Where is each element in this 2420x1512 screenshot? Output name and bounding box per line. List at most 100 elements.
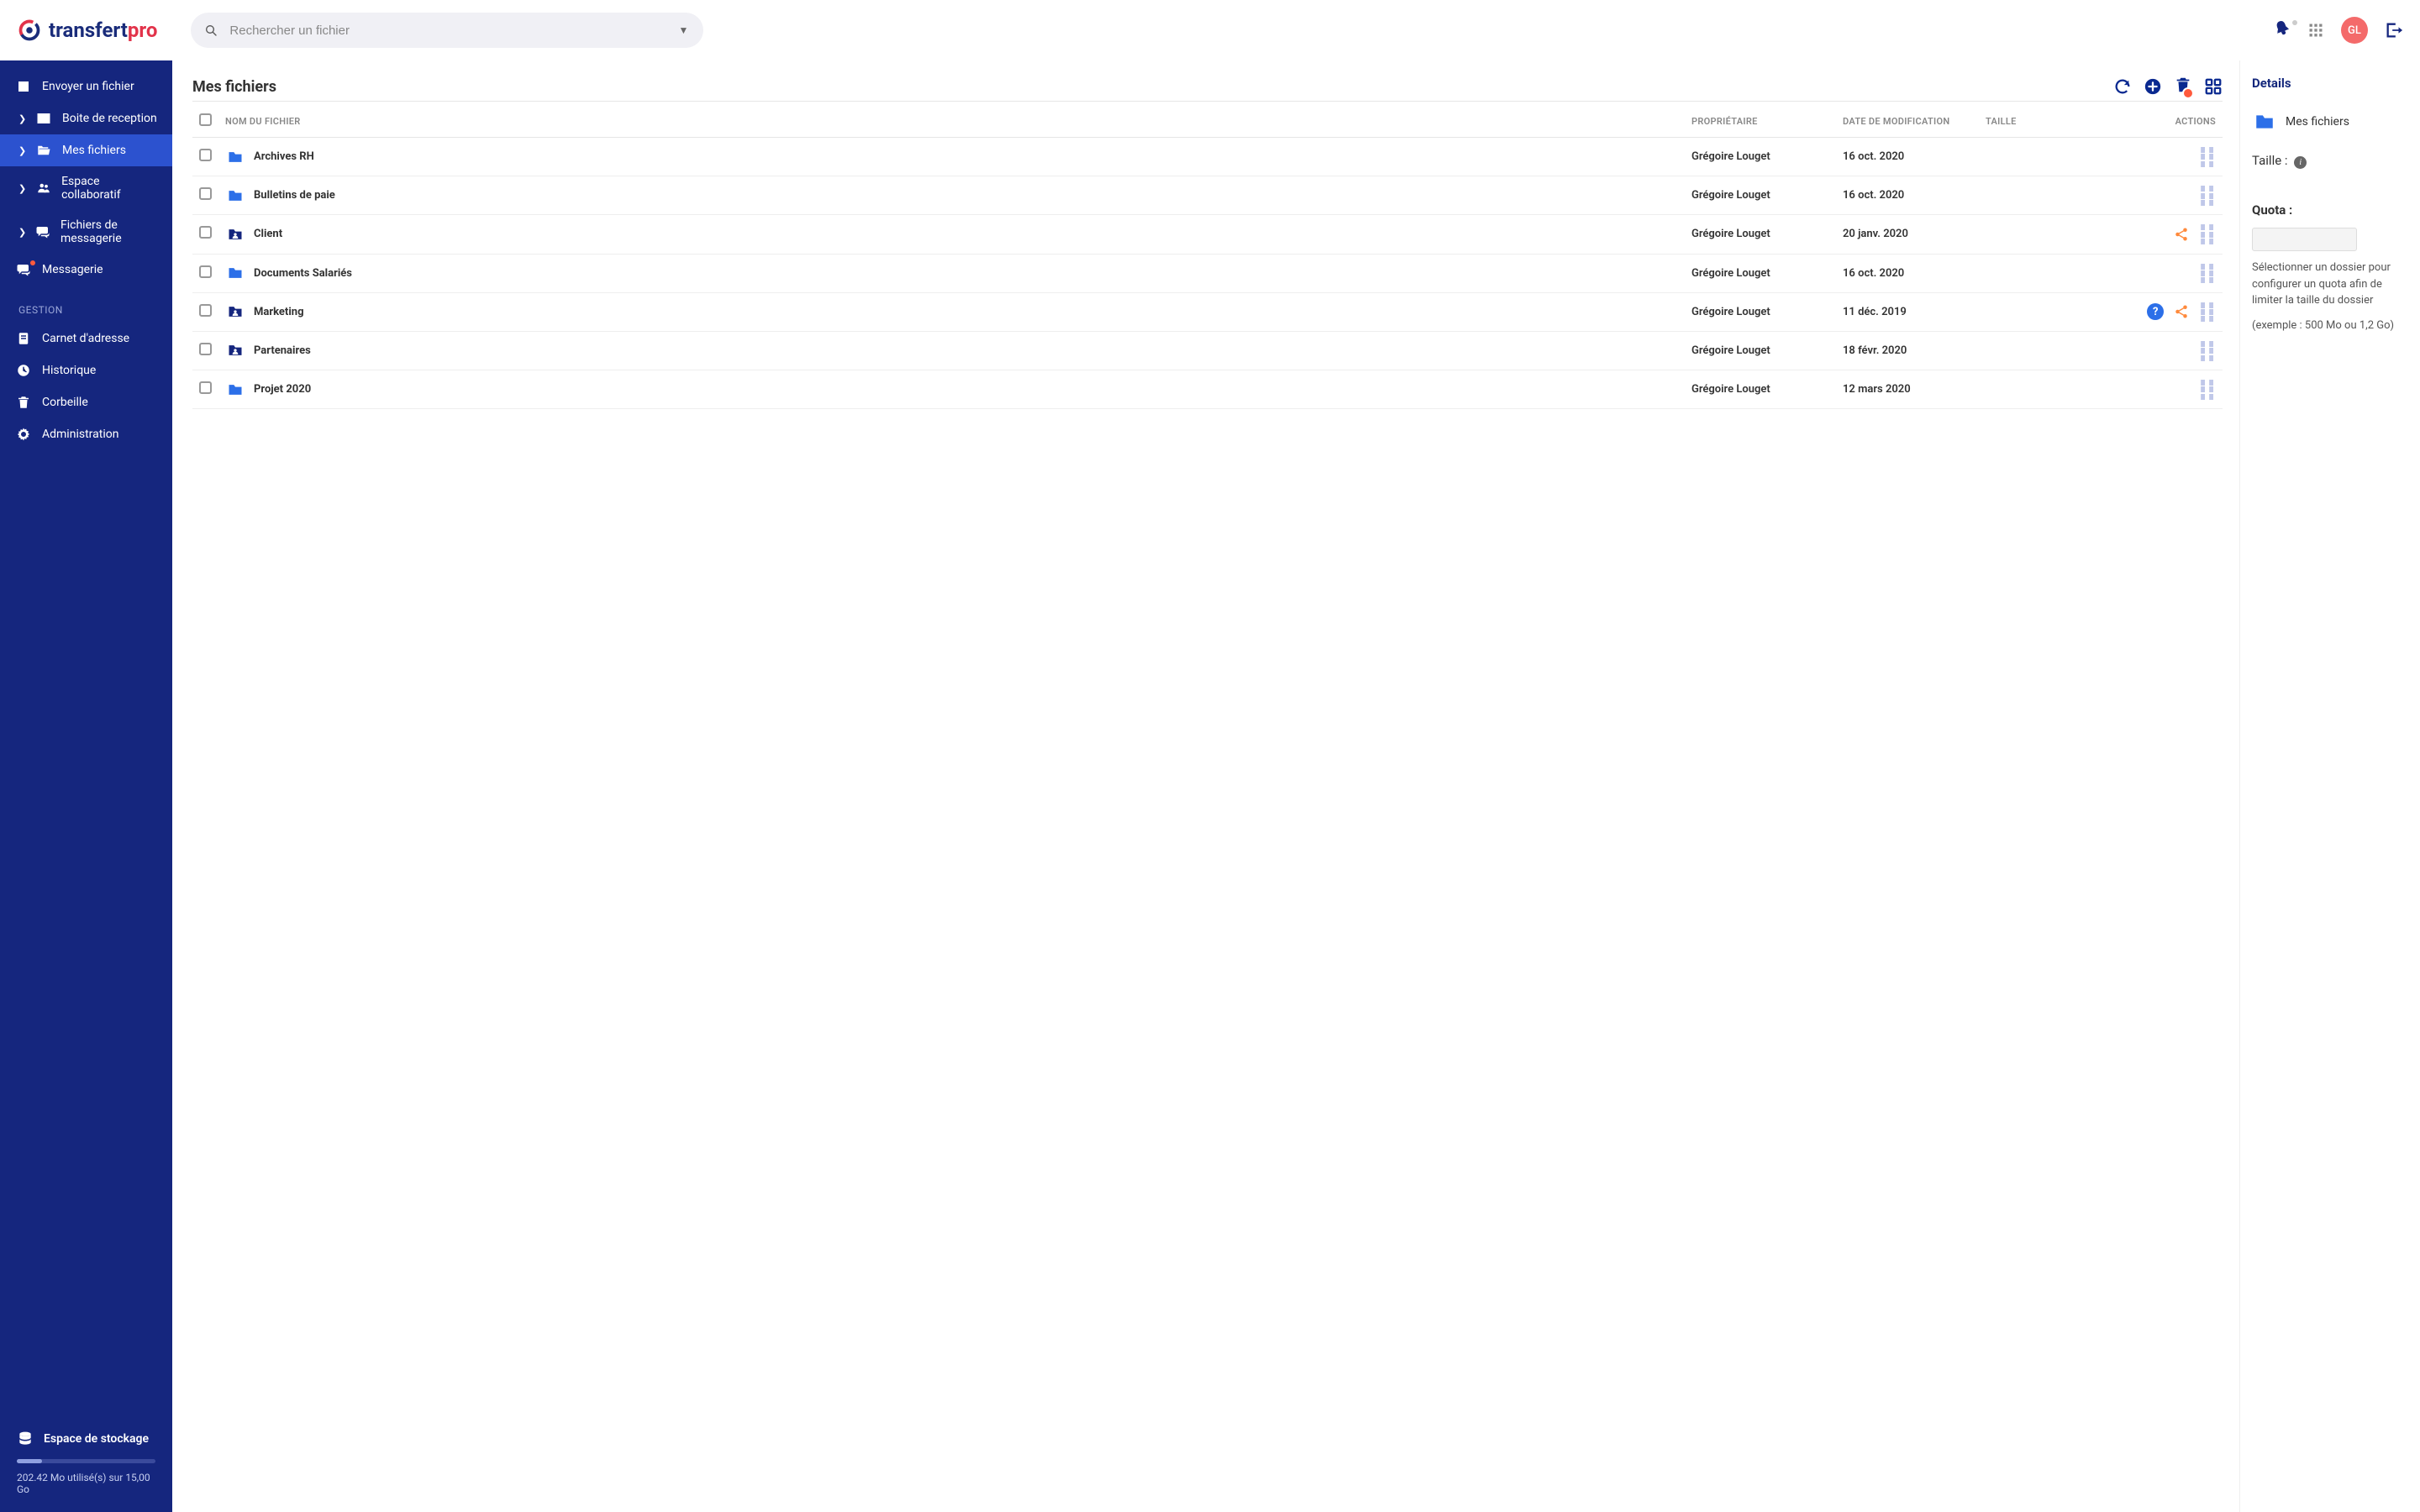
refresh-icon[interactable] [2113, 77, 2132, 96]
file-size [1979, 215, 2080, 254]
sidebar-item-trash[interactable]: Corbeille [0, 386, 172, 418]
table-row[interactable]: Projet 2020Grégoire Louget12 mars 2020∎∎… [192, 370, 2223, 409]
sidebar-item-contacts[interactable]: Carnet d'adresse [0, 323, 172, 354]
drag-handle-icon[interactable]: ∎∎∎∎∎∎ [2199, 223, 2216, 244]
col-size[interactable]: TAILLE [1979, 102, 2080, 138]
logout-icon[interactable] [2385, 21, 2403, 39]
file-owner: Grégoire Louget [1685, 331, 1836, 370]
file-modified: 16 oct. 2020 [1836, 176, 1979, 215]
row-checkbox[interactable] [199, 381, 212, 394]
sidebar-item-label: Corbeille [42, 396, 88, 409]
storage-bar [17, 1459, 155, 1463]
table-row[interactable]: Bulletins de paie Grégoire Louget16 oct. … [192, 176, 2223, 215]
file-owner: Grégoire Louget [1685, 215, 1836, 254]
file-modified: 16 oct. 2020 [1836, 138, 1979, 176]
file-modified: 16 oct. 2020 [1836, 254, 1979, 292]
clock-icon [16, 363, 31, 378]
row-checkbox[interactable] [199, 187, 212, 200]
table-row[interactable]: ClientGrégoire Louget20 janv. 2020∎∎∎∎∎∎ [192, 215, 2223, 254]
sidebar-item-msgfiles[interactable]: ❯ Fichiers de messagerie [0, 210, 172, 254]
table-row[interactable]: Partenaires Grégoire Louget18 févr. 2020 ∎… [192, 331, 2223, 370]
row-checkbox[interactable] [199, 149, 212, 161]
folder-icon [225, 226, 245, 243]
notifications-button[interactable] [2274, 20, 2291, 40]
select-all-checkbox[interactable] [199, 113, 212, 126]
search-caret-icon[interactable]: ▼ [679, 24, 689, 36]
drag-handle-icon[interactable]: ∎∎∎∎∎∎ [2199, 185, 2216, 206]
table-row[interactable]: Documents SalariésGrégoire Louget16 oct.… [192, 254, 2223, 292]
folder-icon [225, 342, 245, 359]
drag-handle-icon[interactable]: ∎∎∎∎∎∎ [2199, 340, 2216, 361]
chevron-right-icon: ❯ [18, 227, 25, 238]
sidebar-item-admin[interactable]: Administration [0, 418, 172, 450]
row-checkbox[interactable] [199, 304, 212, 317]
sidebar-item-label: Historique [42, 364, 96, 377]
file-name: Partenaires [254, 344, 311, 357]
help-icon[interactable]: ? [2147, 303, 2164, 320]
col-owner[interactable]: PROPRIÉTAIRE [1685, 102, 1836, 138]
drag-handle-icon[interactable]: ∎∎∎∎∎∎ [2199, 302, 2216, 323]
sidebar-item-myfiles[interactable]: ❯ Mes fichiers [0, 134, 172, 166]
storage-text: 202.42 Mo utilisé(s) sur 15,00 Go [17, 1472, 155, 1495]
search-icon [204, 24, 218, 37]
drag-handle-icon[interactable]: ∎∎∎∎∎∎ [2199, 379, 2216, 400]
sidebar-item-label: Envoyer un fichier [42, 80, 134, 93]
files-table: NOM DU FICHIER PROPRIÉTAIRE DATE DE MODI… [192, 101, 2223, 409]
col-name[interactable]: NOM DU FICHIER [218, 102, 1685, 138]
chevron-right-icon: ❯ [18, 113, 25, 124]
info-icon[interactable]: i [2294, 156, 2307, 169]
storage-block: Espace de stockage 202.42 Mo utilisé(s) … [0, 1417, 172, 1512]
quota-input[interactable] [2252, 228, 2357, 251]
brand-text-1: transfert [49, 18, 128, 42]
file-name: Archives RH [254, 150, 314, 163]
sidebar-item-inbox[interactable]: ❯ Boite de reception [0, 102, 172, 134]
file-owner: Grégoire Louget [1685, 176, 1836, 215]
database-icon [17, 1431, 34, 1447]
brand-logo[interactable]: transfertpro [17, 18, 157, 43]
details-quota-label: Quota : [2252, 202, 2408, 218]
file-size [1979, 370, 2080, 409]
sidebar-item-messaging[interactable]: Messagerie [0, 254, 172, 286]
drag-handle-icon[interactable]: ∎∎∎∎∎∎ [2199, 263, 2216, 284]
share-icon[interactable] [2174, 304, 2189, 319]
grid-view-icon[interactable] [2204, 77, 2223, 96]
add-icon[interactable] [2144, 77, 2162, 96]
file-modified: 18 févr. 2020 [1836, 331, 1979, 370]
drag-handle-icon[interactable]: ∎∎∎∎∎∎ [2199, 146, 2216, 167]
details-size-label: Taille : [2252, 153, 2288, 168]
row-checkbox[interactable] [199, 226, 212, 239]
sidebar-item-label: Boite de reception [62, 112, 157, 125]
table-row[interactable]: Archives RHGrégoire Louget16 oct. 2020∎∎… [192, 138, 2223, 176]
col-date[interactable]: DATE DE MODIFICATION [1836, 102, 1979, 138]
apps-icon[interactable] [2307, 22, 2324, 39]
sidebar-group-title: GESTION [0, 286, 172, 323]
file-size [1979, 292, 2080, 331]
table-row[interactable]: MarketingGrégoire Louget11 déc. 2019?∎∎∎… [192, 292, 2223, 331]
chevron-right-icon: ❯ [18, 145, 25, 156]
trash-button[interactable] [2174, 76, 2192, 97]
file-name: Bulletins de paie [254, 189, 335, 202]
folder-icon [225, 303, 245, 320]
file-owner: Grégoire Louget [1685, 254, 1836, 292]
sidebar-item-send[interactable]: Envoyer un fichier [0, 71, 172, 102]
brand-text-2: pro [128, 18, 157, 42]
details-title: Details [2252, 76, 2408, 91]
sidebar-item-label: Carnet d'adresse [42, 332, 129, 345]
folder-icon [225, 381, 245, 398]
row-checkbox[interactable] [199, 265, 212, 278]
file-name: Marketing [254, 306, 304, 318]
users-icon [36, 181, 51, 196]
sidebar-item-label: Mes fichiers [62, 144, 126, 157]
folder-icon [225, 187, 245, 204]
sidebar-item-history[interactable]: Historique [0, 354, 172, 386]
details-folder-name: Mes fichiers [2286, 115, 2349, 129]
comments-icon [35, 224, 50, 239]
content: Mes fichiers NOM DU FICHIER PROPRIÉTAIRE… [172, 60, 2239, 1512]
search-input[interactable] [191, 13, 703, 48]
quota-help-1: Sélectionner un dossier pour configurer … [2252, 260, 2408, 309]
row-checkbox[interactable] [199, 343, 212, 355]
file-owner: Grégoire Louget [1685, 292, 1836, 331]
avatar[interactable]: GL [2341, 17, 2368, 44]
sidebar-item-collab[interactable]: ❯ Espace collaboratif [0, 166, 172, 210]
share-icon[interactable] [2174, 227, 2189, 242]
